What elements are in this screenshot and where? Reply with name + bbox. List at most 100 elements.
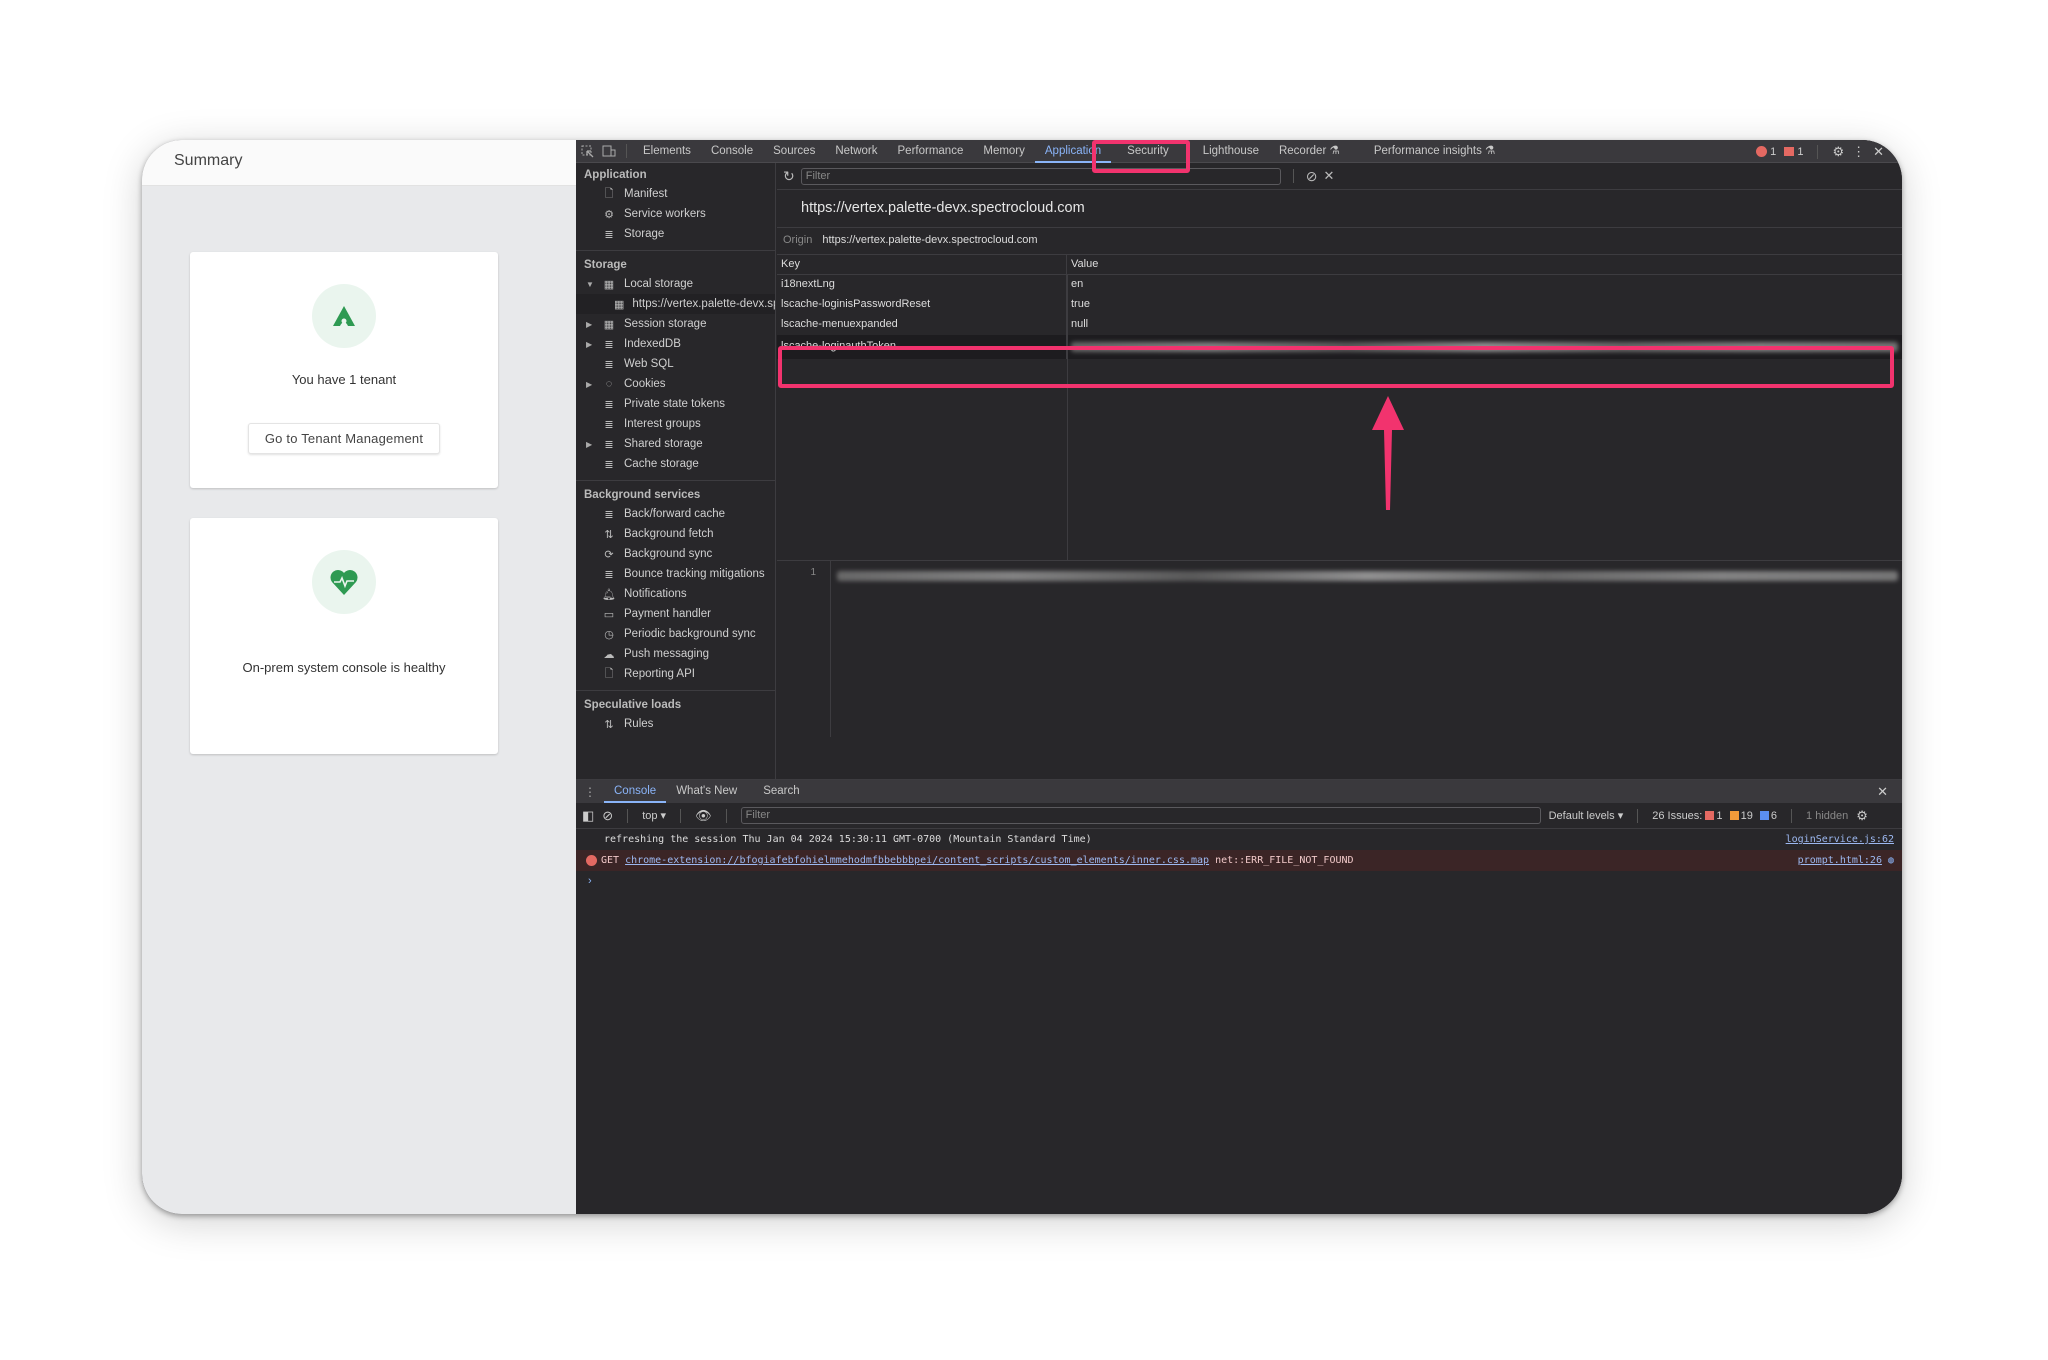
table-row[interactable]: lscache-menuexpanded null (777, 315, 1902, 335)
drawer-tab-console[interactable]: Console (604, 780, 667, 803)
tab-lighthouse[interactable]: Lighthouse (1193, 140, 1269, 163)
document-icon: 🗋 (604, 667, 614, 680)
tab-performance-insights[interactable]: Performance insights ⚗ (1364, 140, 1506, 163)
close-devtools-icon[interactable]: ✕ (1873, 144, 1884, 160)
console-filter-input[interactable]: Filter (740, 807, 1541, 824)
issues-summary[interactable]: 26 Issues: 1 19 6 (1652, 810, 1777, 822)
sidebar-item-label: IndexedDB (624, 338, 681, 350)
tab-elements[interactable]: Elements (633, 140, 701, 163)
tab-memory[interactable]: Memory (973, 140, 1035, 163)
column-header-key[interactable]: Key (777, 255, 1067, 274)
sidebar-item-session-storage[interactable]: ▶ ▦ Session storage (576, 314, 775, 334)
column-header-value[interactable]: Value (1067, 255, 1902, 274)
sidebar-toggle-icon[interactable]: ◧ (582, 808, 594, 824)
sidebar-item-reporting-api[interactable]: 🗋 Reporting API (576, 664, 775, 684)
hidden-count: 1 hidden (1806, 809, 1849, 822)
health-status-text: On-prem system console is healthy (242, 660, 446, 675)
more-options-icon[interactable]: ⋮ (1852, 144, 1865, 160)
sidebar-item-local-storage[interactable]: ▼ ▦ Local storage (576, 274, 775, 294)
storage-filter-input[interactable]: Filter (800, 167, 1281, 185)
expanded-arrow-icon[interactable]: ▼ (586, 280, 594, 289)
tab-console[interactable]: Console (701, 140, 763, 163)
clock-icon: ◷ (604, 628, 614, 641)
inspect-element-icon[interactable] (576, 140, 598, 163)
origin-row: Origin https://vertex.palette-devx.spect… (777, 228, 1902, 255)
toolbar-divider (1292, 169, 1294, 183)
clear-all-icon[interactable]: ⊘ (1306, 168, 1318, 185)
up-down-arrows-icon: ⇅ (604, 718, 614, 731)
collapsed-arrow-icon[interactable]: ▶ (586, 340, 592, 349)
log-levels-label: Default levels (1548, 810, 1615, 822)
go-to-tenant-management-button[interactable]: Go to Tenant Management (247, 423, 441, 454)
drawer-menu-icon[interactable]: ⋮ (576, 785, 604, 799)
sidebar-item-label: Cookies (624, 378, 666, 390)
log-source-link[interactable]: loginService.js:62 (1786, 834, 1894, 845)
sidebar-item-background-sync[interactable]: ⟳ Background sync (576, 544, 775, 564)
collapsed-arrow-icon[interactable]: ▶ (586, 380, 592, 389)
sidebar-item-cookies[interactable]: ▶ ◌ Cookies (576, 374, 775, 394)
drawer-tab-search[interactable]: Search (753, 780, 809, 803)
delete-selected-icon[interactable]: ✕ (1323, 168, 1334, 184)
error-counter[interactable]: 1 (1756, 146, 1776, 158)
toolbar-divider (627, 808, 629, 823)
network-request-icon[interactable]: ◍ (1888, 855, 1894, 866)
sidebar-item-shared-storage[interactable]: ▶ ≣ Shared storage (576, 434, 775, 454)
sidebar-item-payment-handler[interactable]: ▭ Payment handler (576, 604, 775, 624)
tab-performance[interactable]: Performance (888, 140, 974, 163)
sidebar-item-label: Web SQL (624, 358, 674, 370)
storage-toolbar: ↻ Filter ⊘ ✕ (777, 163, 1902, 190)
issue-icon (1784, 147, 1795, 157)
sidebar-item-interest-groups[interactable]: ≣ Interest groups (576, 414, 775, 434)
sidebar-item-label: Shared storage (624, 438, 703, 450)
sidebar-item-local-storage-origin[interactable]: ▦ https://vertex.palette-devx.spectroclou… (576, 294, 775, 314)
close-drawer-icon[interactable]: ✕ (1877, 784, 1888, 800)
settings-gear-icon[interactable]: ⚙ (1832, 144, 1844, 160)
tab-application[interactable]: Application (1034, 140, 1112, 163)
issue-counter[interactable]: 1 (1784, 146, 1803, 158)
tab-sources[interactable]: Sources (763, 140, 825, 163)
tab-network[interactable]: Network (825, 140, 887, 163)
collapsed-arrow-icon[interactable]: ▶ (586, 320, 592, 329)
sidebar-item-indexeddb[interactable]: ▶ ≣ IndexedDB (576, 334, 775, 354)
console-settings-gear-icon[interactable]: ⚙ (1856, 808, 1868, 824)
sidebar-item-cache-storage[interactable]: ≣ Cache storage (576, 454, 775, 474)
sidebar-item-private-state-tokens[interactable]: ≣ Private state tokens (576, 394, 775, 414)
sidebar-item-label: Payment handler (624, 608, 711, 620)
live-expression-eye-icon[interactable]: 👁︎ (695, 808, 712, 824)
refresh-icon[interactable]: ↻ (783, 168, 795, 185)
context-selector[interactable]: top ▾ (642, 809, 666, 822)
sidebar-item-bounce-tracking[interactable]: ≣ Bounce tracking mitigations (576, 564, 775, 584)
drawer-tab-whats-new[interactable]: What's New (666, 780, 747, 803)
console-prompt[interactable]: › (576, 871, 1902, 891)
sidebar-item-manifest[interactable]: 🗋 Manifest (576, 184, 775, 204)
table-row[interactable]: i18nextLng en (777, 275, 1902, 295)
sidebar-item-rules[interactable]: ⇅ Rules (576, 714, 775, 734)
clear-console-icon[interactable]: ⊘ (602, 808, 613, 824)
table-icon: ▦ (603, 278, 615, 291)
error-icon (586, 855, 597, 866)
table-row[interactable]: lscache-loginisPasswordReset true (777, 295, 1902, 315)
table-row-auth-token[interactable]: lscache-loginauthToken (777, 335, 1902, 359)
page-title: Summary (142, 140, 576, 186)
sidebar-item-back-forward-cache[interactable]: ≣ Back/forward cache (576, 504, 775, 524)
tab-recorder[interactable]: Recorder ⚗ (1269, 140, 1350, 163)
log-levels-dropdown[interactable]: Default levels ▾ (1549, 809, 1624, 822)
tab-security[interactable]: Security (1117, 140, 1179, 163)
collapsed-arrow-icon[interactable]: ▶ (586, 440, 592, 449)
storage-table: Key Value i18nextLng en lscache-loginisP… (777, 255, 1902, 561)
sidebar-item-notifications[interactable]: 🔔︎ Notifications (576, 584, 775, 604)
document-icon: 🗋 (604, 187, 614, 200)
sidebar-divider (576, 690, 775, 691)
console-toolbar: ◧ ⊘ top ▾ 👁︎ Filter Default levels ▾ 26 … (576, 803, 1902, 829)
sidebar-item-background-fetch[interactable]: ⇅ Background fetch (576, 524, 775, 544)
error-source-link[interactable]: prompt.html:26 (1798, 855, 1882, 866)
device-toolbar-icon[interactable] (598, 140, 620, 163)
sidebar-item-storage[interactable]: ≣ Storage (576, 224, 775, 244)
sidebar-item-web-sql[interactable]: ≣ Web SQL (576, 354, 775, 374)
sidebar-item-push-messaging[interactable]: ☁︎ Push messaging (576, 644, 775, 664)
sidebar-item-service-workers[interactable]: ⚙ Service workers (576, 204, 775, 224)
sidebar-item-label: Background fetch (624, 528, 714, 540)
error-url-link[interactable]: chrome-extension://bfogiafebfohielmmehod… (625, 855, 1209, 866)
sidebar-item-periodic-background-sync[interactable]: ◷ Periodic background sync (576, 624, 775, 644)
issues-label: 26 Issues: (1652, 809, 1703, 822)
